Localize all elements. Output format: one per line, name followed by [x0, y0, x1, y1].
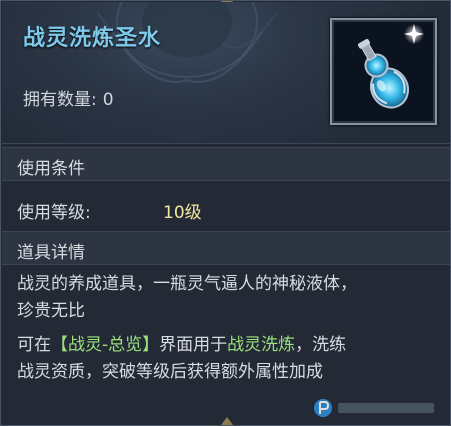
potion-bottle-icon: [358, 24, 424, 109]
item-details-title: 道具详情: [17, 243, 85, 263]
item-title: 战灵洗炼圣水: [23, 26, 162, 51]
usage-conditions-title: 使用条件: [17, 159, 85, 179]
description-mid: 界面用于: [159, 335, 228, 355]
feature-highlight: 战灵洗炼: [227, 335, 296, 355]
owned-count: 拥有数量: 0: [23, 85, 114, 110]
item-details-header: 道具详情: [2, 231, 450, 265]
panel-link[interactable]: 【战灵-总览】: [51, 335, 159, 355]
owned-label: 拥有数量:: [23, 90, 97, 110]
ornament-bottom-icon: [207, 417, 247, 425]
item-tooltip: 战灵洗炼圣水 拥有数量: 0 使用条件 使用等级: 10级 道具详情 战灵的养成…: [0, 0, 451, 426]
description-line-2: 珍贵无比: [17, 301, 85, 321]
site-logo-icon: [314, 399, 434, 417]
owned-value: 0: [102, 90, 114, 110]
item-header: 战灵洗炼圣水 拥有数量: 0: [2, 2, 450, 144]
item-icon-frame: [330, 18, 437, 125]
level-label: 使用等级:: [17, 203, 91, 223]
description-line-1: 战灵的养成道具，一瓶灵气逼人的神秘液体，: [17, 274, 357, 294]
usage-conditions-header: 使用条件: [2, 147, 450, 181]
description-line-3: 可在【战灵-总览】界面用于战灵洗炼，洗练: [17, 332, 346, 359]
level-value: 10级: [163, 203, 202, 223]
description-prefix: 可在: [17, 335, 51, 355]
description-line-4: 战灵资质，突破等级后获得额外属性加成: [17, 362, 323, 382]
description-suffix: ，洗练: [295, 335, 347, 355]
